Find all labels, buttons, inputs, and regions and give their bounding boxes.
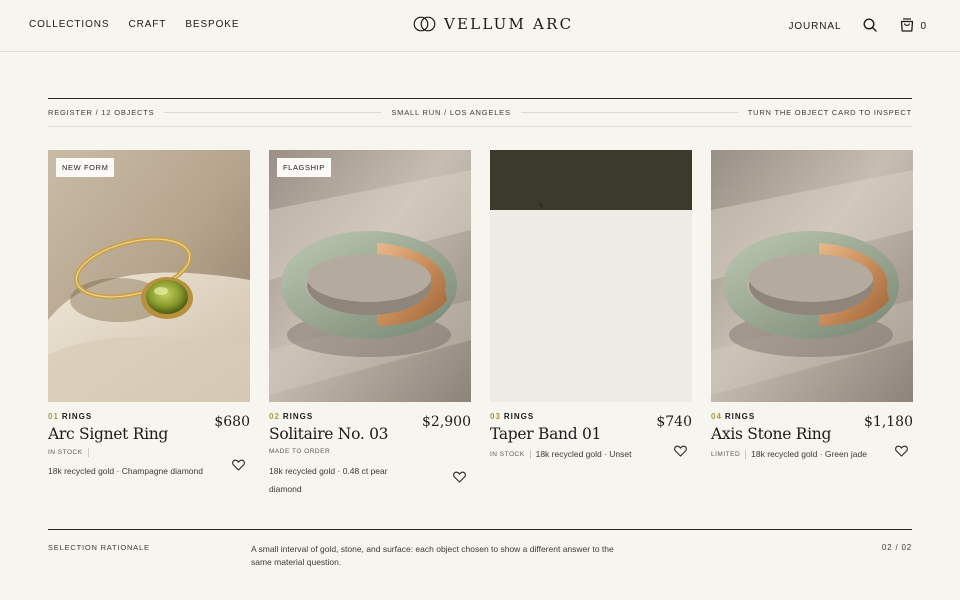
product-price: $2,900 [422, 414, 471, 430]
divider [164, 112, 382, 113]
search-icon [863, 18, 878, 32]
product-category: 04 RINGS [711, 412, 755, 421]
product-card[interactable]: FLAGSHIP 02 RINGS $2,900 Solitaire No. 03… [269, 150, 471, 502]
product-price: $1,180 [864, 414, 913, 430]
product-image[interactable]: FLAGSHIP [269, 150, 471, 402]
product-spec-block: 18k recycled gold · 0.48 ct pear diamond [269, 461, 409, 497]
product-number: 01 [48, 412, 59, 421]
product-card[interactable]: NEW FORM 01 RINGS $680 Arc Signet Ring IN… [48, 150, 250, 502]
category-label: RINGS [503, 412, 535, 421]
product-number: 02 [269, 412, 280, 421]
product-meta: 01 RINGS $680 Arc Signet Ring IN STOCK 18… [48, 402, 250, 502]
peridot-ring-photo [48, 150, 250, 402]
search-button[interactable] [862, 17, 878, 33]
jade-band-photo [711, 150, 913, 402]
jade-band-photo [269, 150, 471, 402]
product-spec: 18k recycled gold · Unset [535, 449, 632, 459]
product-meta: 04 RINGS $1,180 Axis Stone Ring LIMITED 1… [711, 402, 913, 502]
stock-status: IN STOCK [490, 451, 525, 458]
heart-icon[interactable] [232, 459, 245, 471]
product-number: 04 [711, 412, 722, 421]
status-line: LIMITED 18k recycled gold · Green jade [711, 448, 867, 461]
register-hint: TURN THE OBJECT CARD TO INSPECT [747, 108, 912, 117]
rationale-label: SELECTION RATIONALE [48, 543, 150, 552]
interlocking-rings-icon [413, 16, 436, 32]
divider [745, 450, 747, 459]
register-location: SMALL RUN / LOS ANGELES [391, 108, 511, 117]
page-indicator: 02 / 02 [881, 543, 912, 552]
product-card[interactable]: 03 RINGS $740 Taper Band 01 IN STOCK 18k … [490, 150, 692, 502]
product-name[interactable]: Solitaire No. 03 [269, 425, 389, 443]
divider [87, 448, 89, 457]
brand-name: VELLUM ARC [444, 15, 574, 33]
product-spec-block: 18k recycled gold · Champagne diamond [48, 461, 208, 479]
nav-bespoke[interactable]: BESPOKE [185, 19, 239, 30]
product-spec: 18k recycled gold · Green jade [751, 449, 867, 459]
product-image[interactable] [490, 150, 692, 402]
product-image[interactable] [711, 150, 913, 402]
nav-journal[interactable]: JOURNAL [788, 21, 841, 32]
product-price: $740 [656, 414, 692, 430]
product-category: 02 RINGS [269, 412, 313, 421]
nav-collections[interactable]: COLLECTIONS [29, 19, 109, 30]
product-price: $680 [214, 414, 250, 430]
product-meta: 03 RINGS $740 Taper Band 01 IN STOCK 18k … [490, 402, 692, 502]
image-placeholder [490, 150, 692, 402]
product-category: 01 RINGS [48, 412, 92, 421]
stock-status: LIMITED [711, 451, 741, 458]
heart-icon[interactable] [895, 445, 908, 457]
status-line: MADE TO ORDER [269, 448, 330, 455]
category-label: RINGS [724, 412, 756, 421]
shopping-bag-icon [901, 18, 914, 32]
divider [520, 112, 738, 113]
product-spec: 18k recycled gold · 0.48 ct pear diamond [269, 466, 388, 494]
divider [529, 450, 531, 459]
rationale-text: A small interval of gold, stone, and sur… [251, 544, 614, 567]
category-label: RINGS [282, 412, 314, 421]
product-name[interactable]: Axis Stone Ring [711, 425, 831, 443]
utility-nav: JOURNAL 0 [788, 17, 926, 33]
product-number: 03 [490, 412, 501, 421]
product-meta: 02 RINGS $2,900 Solitaire No. 03 MADE TO … [269, 402, 471, 502]
stock-status: MADE TO ORDER [269, 448, 331, 455]
nav-craft[interactable]: CRAFT [128, 19, 166, 30]
product-spec: 18k recycled gold · Champagne diamond [48, 466, 203, 476]
cart-button[interactable] [899, 17, 915, 33]
status-line: IN STOCK [48, 448, 94, 457]
product-name[interactable]: Taper Band 01 [490, 425, 601, 443]
product-name[interactable]: Arc Signet Ring [48, 425, 168, 443]
product-image[interactable]: NEW FORM [48, 150, 250, 402]
stock-status: IN STOCK [48, 449, 83, 456]
heart-icon[interactable] [674, 445, 687, 457]
site-header: COLLECTIONS CRAFT BESPOKE VELLUM ARC JOU… [0, 0, 960, 52]
register-bar: REGISTER / 12 OBJECTS SMALL RUN / LOS AN… [48, 98, 912, 127]
product-category: 03 RINGS [490, 412, 534, 421]
brand-logo[interactable]: VELLUM ARC [413, 15, 573, 33]
product-card[interactable]: 04 RINGS $1,180 Axis Stone Ring LIMITED 1… [711, 150, 913, 502]
product-badge: NEW FORM [56, 158, 115, 177]
heart-icon[interactable] [453, 471, 466, 483]
selection-rationale: SELECTION RATIONALE A small interval of … [48, 529, 912, 600]
primary-nav: COLLECTIONS CRAFT BESPOKE [29, 19, 239, 30]
category-label: RINGS [61, 412, 93, 421]
product-badge: FLAGSHIP [277, 158, 331, 177]
cart-count: 0 [920, 20, 926, 32]
register-count: REGISTER / 12 OBJECTS [48, 108, 155, 117]
status-line: IN STOCK 18k recycled gold · Unset [490, 448, 632, 461]
